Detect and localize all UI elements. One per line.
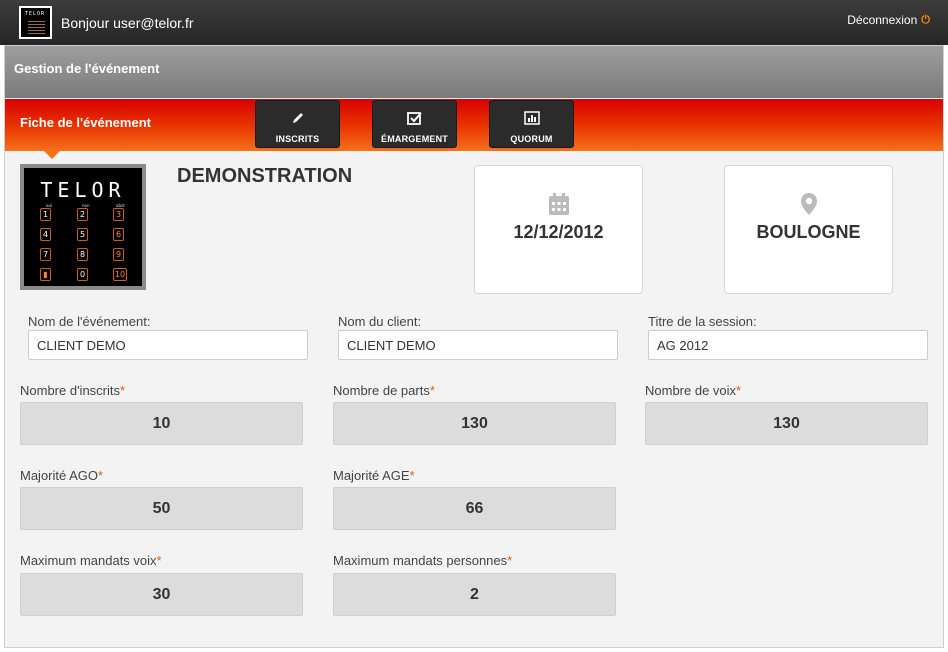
max-mandats-voix-field[interactable]: 30	[20, 573, 303, 616]
majorite-ago-label: Majorité AGO*	[20, 468, 104, 483]
event-logo: TELOR oui non abst 1 2 3 4 5 6 7 8 9 ▮ 0…	[20, 164, 146, 290]
event-date: 12/12/2012	[513, 222, 604, 242]
event-name-input[interactable]	[28, 330, 308, 360]
section-title: Gestion de l'événement	[14, 61, 160, 76]
max-mandats-personnes-field[interactable]: 2	[333, 573, 616, 616]
nb-voix-field[interactable]: 130	[645, 402, 928, 445]
nb-inscrits-label: Nombre d'inscrits*	[20, 383, 126, 398]
power-icon: ⏻	[921, 13, 930, 26]
client-name-input[interactable]	[338, 330, 618, 360]
client-name-label: Nom du client:	[338, 314, 422, 329]
tab-quorum-button[interactable]: QUORUM	[489, 100, 574, 148]
event-tab-band: Fiche de l'événement INSCRITS ÉMARGEMENT…	[5, 99, 943, 159]
max-mandats-personnes-label: Maximum mandats personnes*	[333, 553, 513, 568]
tab-inscrits-button[interactable]: INSCRITS	[255, 100, 340, 148]
app-logo[interactable]: TELOR	[19, 6, 52, 39]
band-title[interactable]: Fiche de l'événement	[20, 115, 151, 130]
session-title-label: Titre de la session:	[648, 314, 757, 329]
tab-emargement-button[interactable]: ÉMARGEMENT	[372, 100, 457, 148]
pencil-icon	[292, 113, 303, 123]
top-bar: TELOR Bonjour user@telor.fr Déconnexion …	[0, 0, 948, 45]
event-title: DEMONSTRATION	[177, 165, 353, 187]
map-pin-icon	[800, 193, 817, 215]
trash-key-icon: ▮	[40, 268, 51, 281]
nb-parts-label: Nombre de parts*	[333, 383, 435, 398]
logout-button[interactable]: Déconnexion ⏻	[847, 13, 930, 27]
majorite-age-field[interactable]: 66	[333, 487, 616, 530]
logout-label: Déconnexion	[847, 13, 918, 27]
nb-inscrits-field[interactable]: 10	[20, 402, 303, 445]
majorite-age-label: Majorité AGE*	[333, 468, 415, 483]
event-name-label: Nom de l'événement:	[28, 314, 151, 329]
session-title-input[interactable]	[648, 330, 928, 360]
nb-voix-label: Nombre de voix*	[645, 383, 742, 398]
calendar-icon	[548, 193, 569, 215]
max-mandats-voix-label: Maximum mandats voix*	[20, 553, 162, 568]
event-location: BOULOGNE	[756, 222, 861, 242]
nb-parts-field[interactable]: 130	[333, 402, 616, 445]
active-tab-pointer	[43, 150, 61, 159]
event-panel: Gestion de l'événement Fiche de l'événem…	[4, 45, 944, 648]
bar-chart-icon	[523, 111, 540, 125]
section-header: Gestion de l'événement	[5, 46, 943, 98]
checkbox-icon	[406, 112, 422, 125]
majorite-ago-field[interactable]: 50	[20, 487, 303, 530]
date-card: 12/12/2012	[474, 165, 643, 294]
user-greeting: Bonjour user@telor.fr	[61, 15, 194, 31]
location-card: BOULOGNE	[724, 165, 893, 294]
